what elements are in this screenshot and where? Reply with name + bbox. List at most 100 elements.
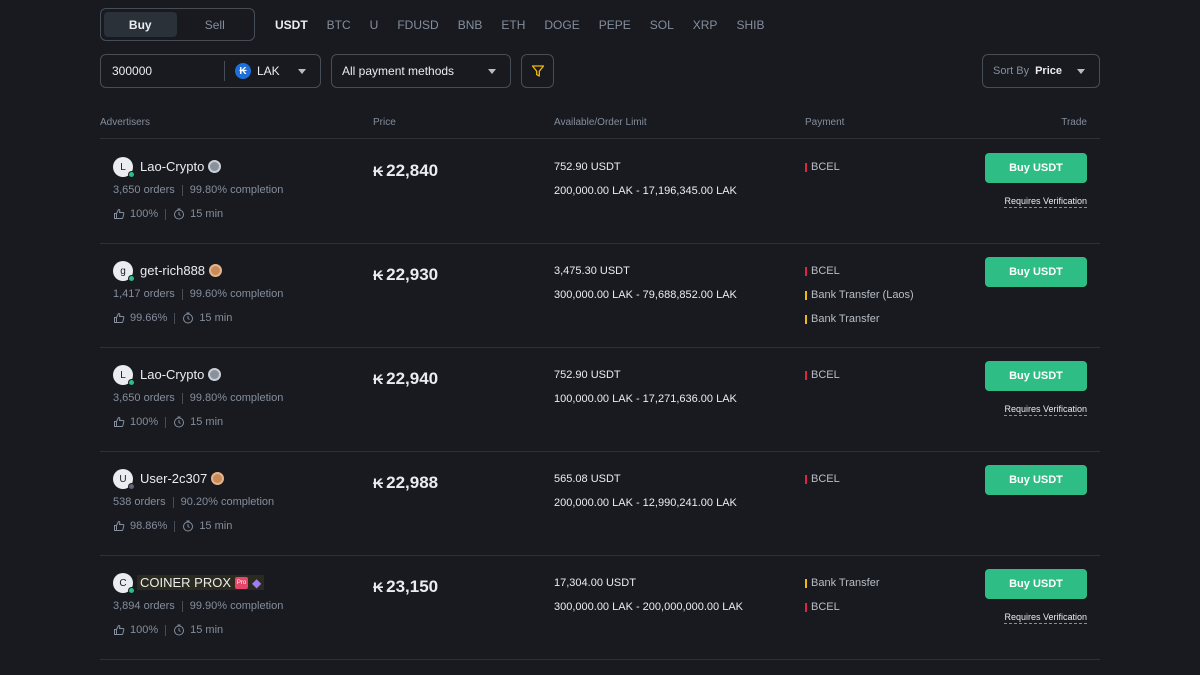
header-advertisers: Advertisers [100,117,151,128]
coin-tab-doge[interactable]: DOGE [544,18,579,32]
thumbs-up-icon [114,624,125,635]
avatar-letter: L [120,369,126,381]
advertiser-name[interactable]: get-rich888 [140,263,223,278]
coin-tab-eth[interactable]: ETH [501,18,525,32]
payment-time-limit: 15 min [190,624,224,636]
requires-verification-link[interactable]: Requires Verification [1004,404,1087,416]
advertiser-stats: 1,417 orders 99.60% completion [113,288,283,300]
coin-tabs: USDT BTC U FDUSD BNB ETH DOGE PEPE SOL XRP SHIB [275,18,783,32]
payment-time-limit: 15 min [190,416,224,428]
payment-methods: BCEL [805,161,840,185]
table-row: g get-rich888 1,417 orders 99.60% completio… [100,244,1100,348]
payment-color-tag [805,315,807,324]
avatar[interactable]: g [113,261,135,282]
avatar-letter: L [120,161,126,173]
advertiser-name[interactable]: COINER PROX Pro ◆ [137,575,265,590]
payment-method-label: BCEL [811,161,840,173]
payment-method: BCEL [805,473,840,497]
divider [181,184,183,196]
divider [174,520,176,532]
order-limit: 100,000.00 LAK - 17,271,636.00 LAK [554,393,737,405]
buy-usdt-button[interactable]: Buy USDT [985,465,1087,495]
advertiser-name-text: Lao-Crypto [140,159,205,174]
payment-color-tag [805,603,807,612]
payment-color-tag [805,475,807,484]
thumbs-up-icon [114,520,125,531]
table-row: L Lao-Crypto 3,650 orders 99.80% completion… [100,348,1100,452]
advertiser-name-text: Lao-Crypto [140,367,205,382]
positive-rating: 98.86% [130,520,168,532]
coin-tab-btc[interactable]: BTC [327,18,351,32]
buy-usdt-button[interactable]: Buy USDT [985,153,1087,183]
currency-select[interactable]: ₭ LAK [225,63,280,79]
divider [165,416,167,428]
buy-usdt-button[interactable]: Buy USDT [985,257,1087,287]
payment-time-limit: 15 min [190,208,224,220]
avatar-letter: g [120,265,126,277]
sort-select[interactable]: Sort By Price [982,54,1100,88]
sell-tab[interactable]: Sell [179,12,252,37]
payment-color-tag [805,579,807,588]
price: ₭ 22,930 [373,265,438,285]
advertiser-performance: 98.86% 15 min [113,520,232,532]
filter-icon [531,65,544,77]
avatar[interactable]: U [113,469,135,490]
avatar[interactable]: L [113,157,135,178]
avatar[interactable]: C [113,573,135,594]
online-status-icon [128,587,135,594]
buy-usdt-button[interactable]: Buy USDT [985,569,1087,599]
available-amount: 17,304.00 USDT [554,577,636,589]
divider [165,208,167,220]
buy-sell-toggle: Buy Sell [100,8,255,41]
advertiser-name[interactable]: Lao-Crypto [140,367,222,382]
payment-methods: Bank Transfer BCEL [805,577,879,625]
available-amount: 565.08 USDT [554,473,621,485]
coin-tab-pepe[interactable]: PEPE [599,18,631,32]
payment-color-tag [805,267,807,276]
payment-methods-label: All payment methods [342,64,455,78]
verified-merchant-icon [208,160,222,173]
payment-methods-select[interactable]: All payment methods [331,54,511,88]
buy-usdt-button[interactable]: Buy USDT [985,361,1087,391]
divider [181,600,183,612]
buy-tab[interactable]: Buy [104,12,177,37]
coin-tab-fdusd[interactable]: FDUSD [397,18,438,32]
table-row: L Lao-Crypto 3,650 orders 99.80% completion… [100,140,1100,244]
payment-color-tag [805,371,807,380]
avatar[interactable]: L [113,365,135,386]
requires-verification-link[interactable]: Requires Verification [1004,196,1087,208]
advertiser-name[interactable]: User-2c307 [140,471,225,486]
timer-icon [183,520,194,532]
coin-tab-xrp[interactable]: XRP [693,18,718,32]
coin-tab-shib[interactable]: SHIB [736,18,764,32]
timer-icon [174,208,185,220]
price-value: 22,840 [386,161,439,180]
advertiser-name-text: User-2c307 [140,471,208,486]
online-status-icon [128,275,135,282]
currency-symbol: ₭ [373,475,384,491]
requires-verification-link[interactable]: Requires Verification [1004,612,1087,624]
coin-tab-bnb[interactable]: BNB [458,18,483,32]
available-amount: 3,475.30 USDT [554,265,630,277]
advertiser-name[interactable]: Lao-Crypto [140,159,222,174]
currency-symbol: ₭ [373,163,384,179]
payment-method-label: Bank Transfer (Laos) [811,289,914,301]
pro-merchant-icon: Pro [235,576,249,589]
advertiser-name-text: COINER PROX [140,575,232,590]
currency-symbol: ₭ [373,267,384,283]
advertiser-stats: 3,650 orders 99.80% completion [113,184,283,196]
advertiser-stats: 3,650 orders 99.80% completion [113,392,283,404]
divider [181,392,183,404]
coin-tab-u[interactable]: U [370,18,379,32]
filter-button[interactable] [521,54,554,88]
coin-tab-sol[interactable]: SOL [650,18,674,32]
payment-color-tag [805,163,807,172]
divider [172,496,174,508]
coin-tab-usdt[interactable]: USDT [275,18,308,32]
available-amount: 752.90 USDT [554,369,621,381]
avatar-letter: U [119,473,127,485]
order-count: 3,894 orders [113,600,175,612]
amount-input[interactable]: 300000 [101,64,224,78]
chevron-down-icon[interactable] [298,68,306,74]
online-status-icon [128,379,135,386]
